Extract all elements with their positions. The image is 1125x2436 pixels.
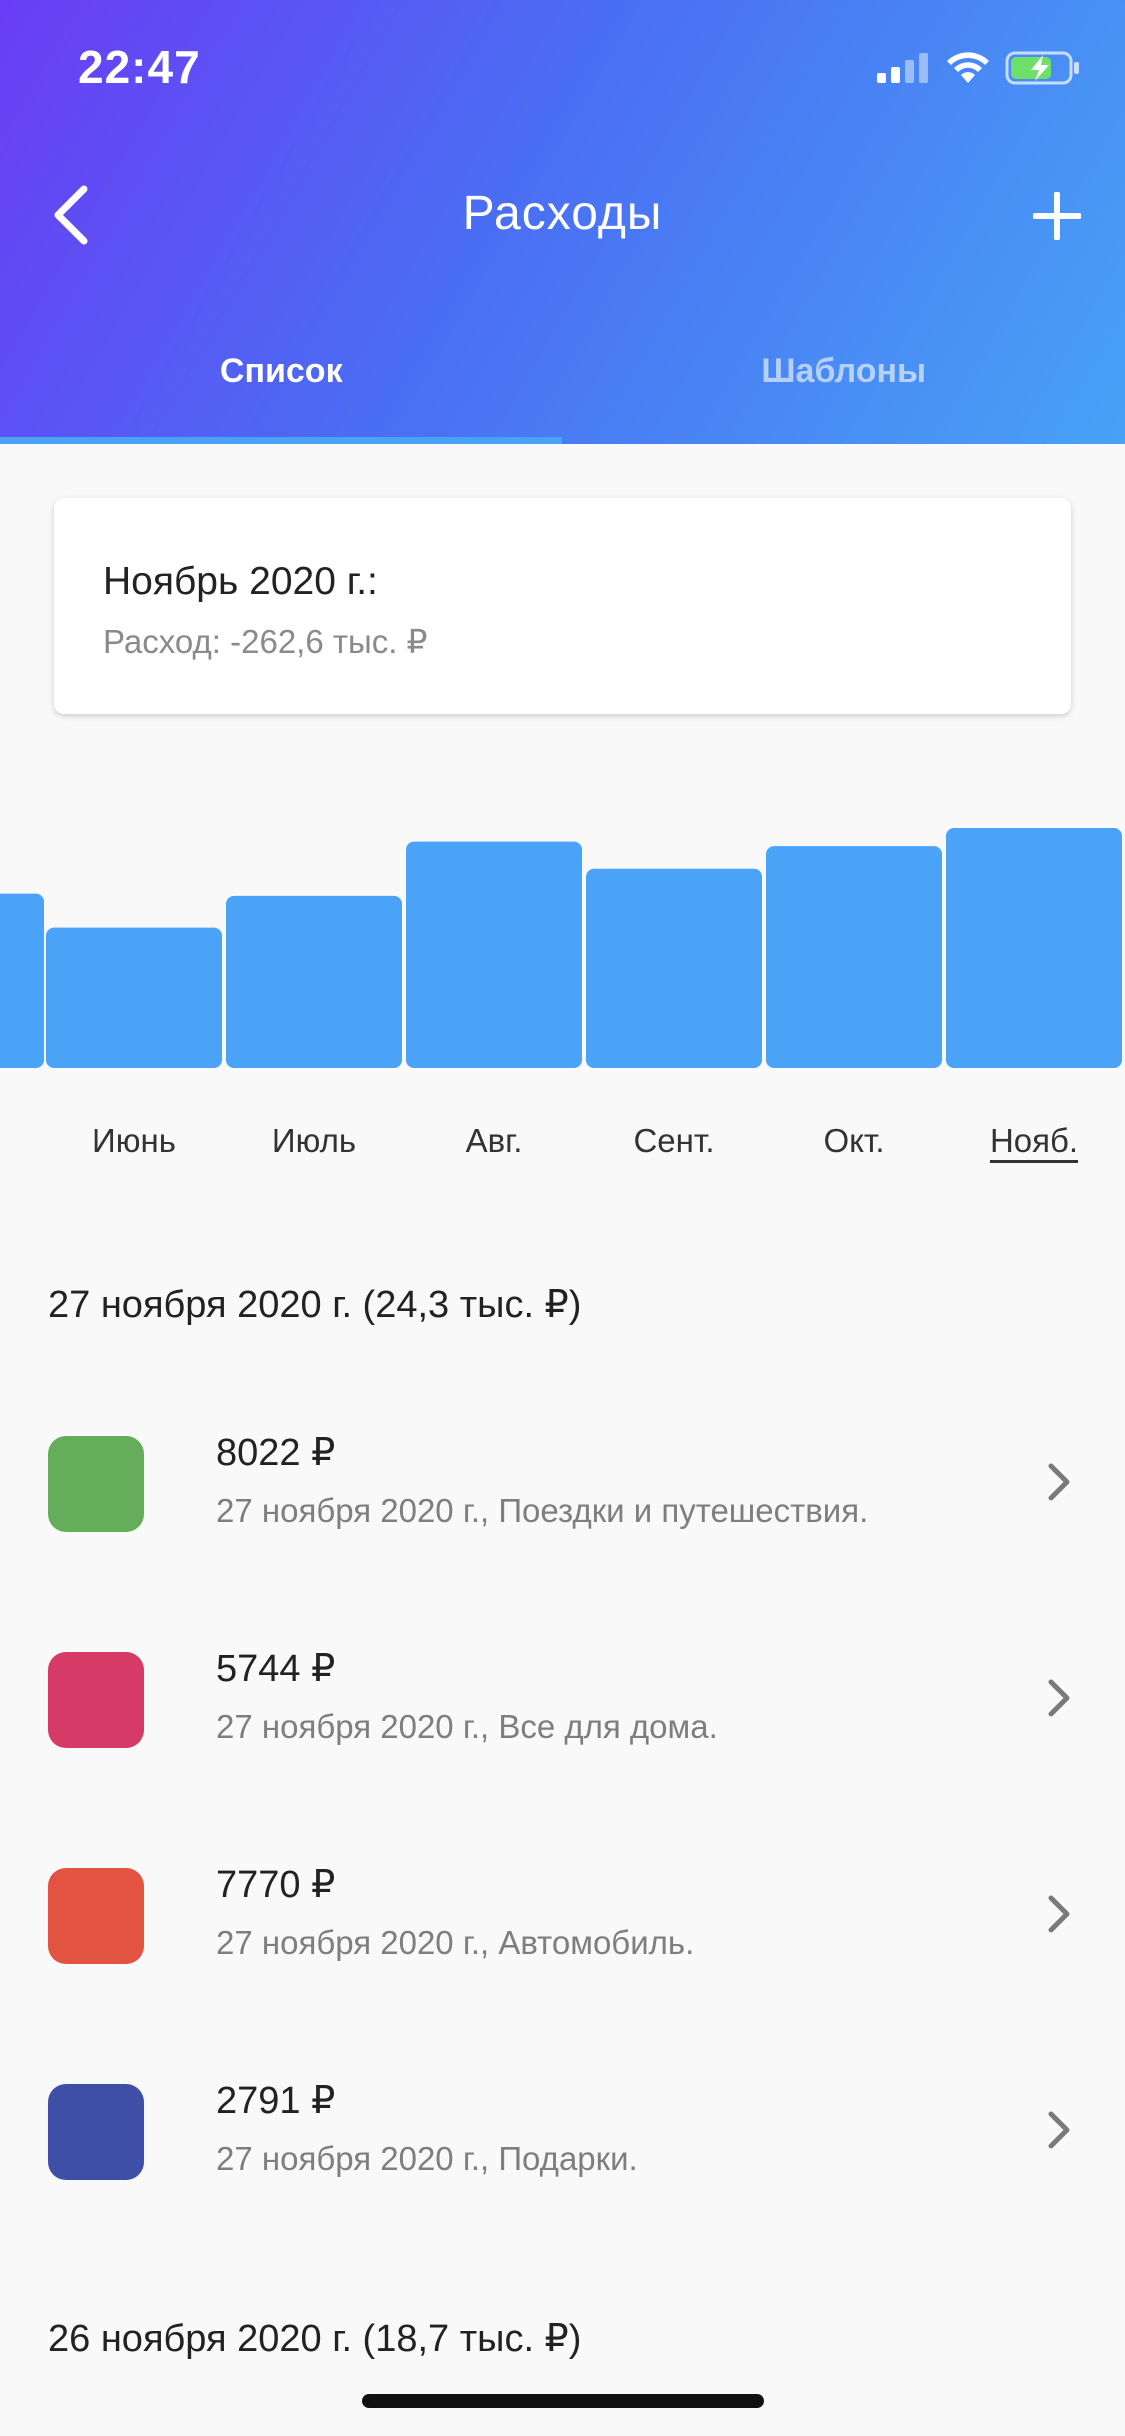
- wifi-icon: [947, 52, 989, 83]
- home-indicator: [362, 2394, 764, 2408]
- chevron-right-icon: [1029, 1668, 1089, 1728]
- expense-amount: 8022 ₽: [216, 1432, 336, 1474]
- expense-description: 27 ноября 2020 г., Все для дома.: [216, 1708, 718, 1745]
- chart-month-label[interactable]: Июль: [224, 1122, 404, 1160]
- expense-row[interactable]: 8022 ₽ 27 ноября 2020 г., Поездки и путе…: [0, 1416, 1125, 1606]
- category-color-swatch: [48, 1436, 144, 1532]
- tab-list[interactable]: Список: [0, 330, 563, 444]
- chart-month-labels: Июнь Июль Авг. Сент. Окт. Нояб.: [0, 1122, 1125, 1172]
- expense-row[interactable]: 2791 ₽ 27 ноября 2020 г., Подарки.: [0, 2064, 1125, 2254]
- chevron-right-icon: [1029, 2100, 1089, 2160]
- plus-icon: [1033, 192, 1081, 240]
- chevron-right-icon: [1029, 1452, 1089, 1512]
- category-color-swatch: [48, 2084, 144, 2180]
- add-button[interactable]: [1017, 176, 1097, 256]
- tab-bar: Список Шаблоны: [0, 330, 1125, 444]
- battery-charging-icon: [1005, 51, 1079, 85]
- chevron-right-icon: [1029, 1884, 1089, 1944]
- month-summary-card: Ноябрь 2020 г.: Расход: -262,6 тыс. ₽: [54, 498, 1071, 714]
- chart-bar-previous[interactable]: [0, 893, 44, 1068]
- day-header: 26 ноября 2020 г. (18,7 тыс. ₽): [48, 2318, 582, 2360]
- category-color-swatch: [48, 1652, 144, 1748]
- active-tab-indicator: [0, 437, 562, 444]
- chart-month-label[interactable]: Нояб.: [944, 1122, 1124, 1160]
- expense-row[interactable]: 5744 ₽ 27 ноября 2020 г., Все для дома.: [0, 1632, 1125, 1822]
- expense-description: 27 ноября 2020 г., Поездки и путешествия…: [216, 1492, 869, 1529]
- chart-bar-0[interactable]: [46, 927, 222, 1068]
- monthly-expenses-chart[interactable]: [0, 780, 1125, 1070]
- chart-bar-3[interactable]: [586, 868, 762, 1068]
- expense-description: 27 ноября 2020 г., Автомобиль.: [216, 1924, 695, 1961]
- tab-templates[interactable]: Шаблоны: [563, 330, 1125, 444]
- status-icons: [875, 48, 1081, 88]
- page-title: Расходы: [462, 187, 663, 240]
- signal-icon: [877, 53, 928, 83]
- day-header: 27 ноября 2020 г. (24,3 тыс. ₽): [48, 1284, 582, 1326]
- chart-bar-4[interactable]: [766, 846, 942, 1068]
- chart-month-label[interactable]: Авг.: [404, 1122, 584, 1160]
- header: 22:47 Расходы Список Шаблоны: [0, 0, 1125, 444]
- expense-amount: 5744 ₽: [216, 1648, 336, 1690]
- status-time: 22:47: [78, 41, 201, 93]
- expense-amount: 2791 ₽: [216, 2080, 336, 2122]
- chart-bar-5[interactable]: [946, 828, 1122, 1068]
- summary-expense: Расход: -262,6 тыс. ₽: [103, 623, 428, 660]
- chart-month-label[interactable]: Окт.: [764, 1122, 944, 1160]
- chart-month-label[interactable]: Июнь: [44, 1122, 224, 1160]
- expense-amount: 7770 ₽: [216, 1864, 336, 1906]
- chart-month-label[interactable]: Сент.: [584, 1122, 764, 1160]
- chart-bar-1[interactable]: [226, 895, 402, 1068]
- summary-title: Ноябрь 2020 г.:: [103, 560, 378, 603]
- expense-description: 27 ноября 2020 г., Подарки.: [216, 2140, 638, 2177]
- expenses-screen: 22:47 Расходы Список Шаблоны Ноябрь 2020…: [0, 0, 1125, 2436]
- chart-bar-2[interactable]: [406, 841, 582, 1068]
- expense-row[interactable]: 7770 ₽ 27 ноября 2020 г., Автомобиль.: [0, 1848, 1125, 2038]
- category-color-swatch: [48, 1868, 144, 1964]
